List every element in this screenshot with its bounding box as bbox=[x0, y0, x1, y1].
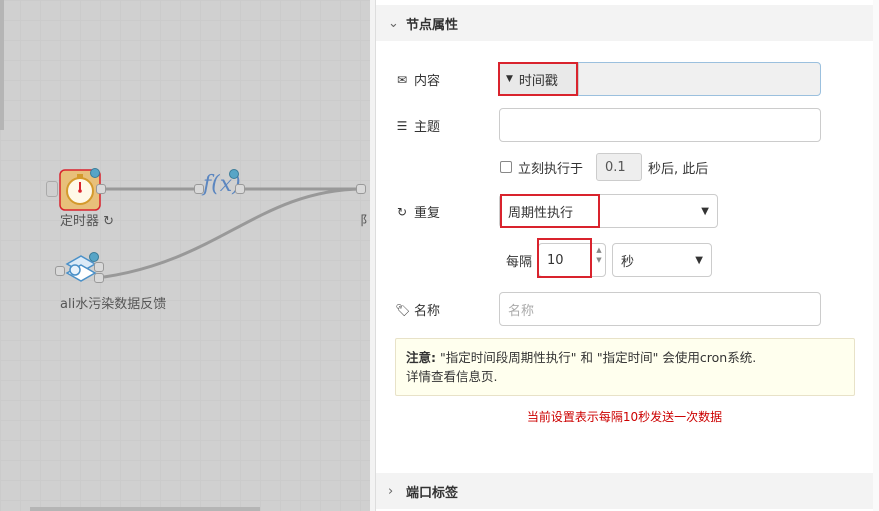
interval-label: 每隔 bbox=[506, 255, 533, 270]
name-label-group: 🏷 名称 bbox=[395, 300, 441, 320]
caret-down-icon: ▼ bbox=[506, 74, 513, 84]
once-suffix: 秒后, 此后 bbox=[648, 162, 709, 177]
tip-box: 注意: "指定时间段周期性执行" 和 "指定时间" 会使用cron系统. 详情查… bbox=[395, 338, 855, 396]
section-node-properties[interactable]: ⌄ 节点属性 bbox=[376, 5, 873, 41]
section-title: 节点属性 bbox=[406, 17, 459, 33]
partial-node-input-port[interactable] bbox=[356, 184, 366, 194]
panel-scrollbar[interactable] bbox=[873, 0, 879, 511]
section-title: 端口标签 bbox=[406, 485, 459, 501]
cloud-status-dot bbox=[89, 252, 99, 262]
caret-down-icon: ▼ bbox=[695, 254, 703, 266]
cloud-node-label: ali水污染数据反馈 bbox=[60, 297, 167, 312]
payload-type-select[interactable]: ▼ 时间戳 bbox=[500, 63, 579, 95]
cloud-output-port-2[interactable] bbox=[94, 273, 104, 283]
topic-input[interactable] bbox=[499, 108, 821, 142]
spinner-down-icon[interactable]: ▼ bbox=[596, 255, 601, 265]
payload-label: 内容 bbox=[414, 74, 441, 89]
flow-wires bbox=[103, 187, 363, 279]
payload-label-group: ✉ 内容 bbox=[395, 70, 441, 90]
once-delay-input[interactable]: 0.1 bbox=[596, 153, 642, 181]
interval-spinner[interactable]: ▲ ▼ bbox=[593, 245, 605, 265]
timer-node-inject-button[interactable] bbox=[46, 181, 58, 197]
function-output-port[interactable] bbox=[235, 184, 245, 194]
envelope-icon: ✉ bbox=[396, 72, 408, 87]
payload-type-value: 时间戳 bbox=[518, 73, 558, 89]
spinner-up-icon[interactable]: ▲ bbox=[596, 245, 601, 255]
timer-node-label: 定时器 ↻ bbox=[60, 214, 115, 229]
tip-line-1: 注意: "指定时间段周期性执行" 和 "指定时间" 会使用cron系统. bbox=[406, 348, 844, 367]
interval-unit-select[interactable]: 秒 ▼ bbox=[612, 243, 712, 277]
tag-icon: 🏷 bbox=[395, 302, 411, 317]
once-label: 立刻执行于 bbox=[518, 162, 584, 177]
interval-unit-value: 秒 bbox=[621, 254, 635, 270]
name-input[interactable]: 名称 bbox=[499, 292, 821, 326]
refresh-icon: ↻ bbox=[396, 204, 408, 219]
timer-status-dot bbox=[90, 168, 100, 178]
tasks-icon: ☰ bbox=[396, 118, 408, 133]
cloud-output-port-1[interactable] bbox=[94, 262, 104, 272]
partial-node-label: 阝 bbox=[360, 214, 370, 229]
panel-resize-handle[interactable] bbox=[370, 0, 376, 511]
chevron-right-icon: › bbox=[388, 483, 394, 499]
caret-down-icon: ▼ bbox=[701, 205, 709, 217]
tip-bold: 注意: bbox=[406, 350, 436, 365]
repeat-mode-select[interactable]: 周期性执行 ▼ bbox=[499, 194, 718, 228]
chevron-down-icon: ⌄ bbox=[388, 15, 399, 31]
annotation-note: 当前设置表示每隔10秒发送一次数据 bbox=[526, 410, 723, 424]
once-checkbox[interactable] bbox=[500, 161, 512, 173]
section-port-labels[interactable]: › 端口标签 bbox=[376, 473, 873, 509]
topic-label-group: ☰ 主题 bbox=[395, 116, 441, 136]
name-label: 名称 bbox=[414, 304, 441, 319]
repeat-label-group: ↻ 重复 bbox=[395, 202, 441, 222]
tip-text-2: 详情查看信息页. bbox=[406, 369, 498, 384]
flow-canvas[interactable]: 定时器 ↻ f(x) ali水污染数据反馈 阝 bbox=[0, 0, 370, 511]
interval-value: 10 bbox=[547, 252, 564, 268]
timer-output-port[interactable] bbox=[96, 184, 106, 194]
repeat-mode-value: 周期性执行 bbox=[508, 205, 574, 221]
topic-label: 主题 bbox=[414, 120, 441, 135]
tip-text-1: "指定时间段周期性执行" 和 "指定时间" 会使用cron系统. bbox=[436, 350, 757, 365]
repeat-label: 重复 bbox=[414, 206, 441, 221]
function-status-dot bbox=[229, 169, 239, 179]
